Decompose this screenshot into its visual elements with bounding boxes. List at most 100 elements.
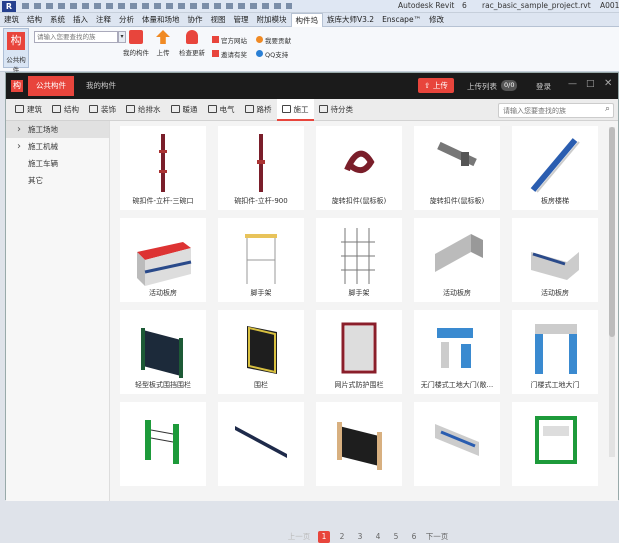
- ribbon-tab[interactable]: 体量和场地: [138, 13, 184, 27]
- revit-app-icon[interactable]: R: [2, 1, 16, 12]
- component-thumbnail: [341, 322, 377, 374]
- category-icon: [170, 105, 180, 113]
- component-card[interactable]: 碗扣件-立杆-三碗口: [120, 126, 206, 210]
- contribute-link[interactable]: 我要贡献: [256, 35, 291, 45]
- search-icon[interactable]: ⌕: [605, 104, 610, 114]
- ribbon-tab[interactable]: 族库大师V3.2: [323, 13, 378, 27]
- category-tab[interactable]: 路桥: [240, 99, 277, 121]
- category-tab[interactable]: 暖通: [166, 99, 203, 121]
- official-site-link[interactable]: 官方网站: [212, 35, 247, 45]
- ribbon-tab[interactable]: 插入: [69, 13, 92, 27]
- component-card[interactable]: 轻型板式围挡围栏: [120, 310, 206, 394]
- sidebar-item[interactable]: › 施工机械: [6, 138, 109, 155]
- ribbon-tab[interactable]: 系统: [46, 13, 69, 27]
- upload-ribbon-button[interactable]: 上传: [152, 30, 174, 57]
- check-update-button[interactable]: 检查更新: [176, 30, 208, 57]
- scrollbar-track[interactable]: [609, 127, 615, 457]
- page-number[interactable]: 5: [390, 531, 402, 543]
- category-tab[interactable]: 装饰: [84, 99, 121, 121]
- component-card[interactable]: 活动板房: [512, 218, 598, 302]
- sidebar-item[interactable]: 施工车辆: [6, 155, 109, 172]
- page-number[interactable]: 3: [354, 531, 366, 543]
- sidebar-item[interactable]: › 施工场地: [6, 121, 109, 138]
- ribbon-tab[interactable]: 修改: [425, 13, 448, 27]
- ribbon-search-input[interactable]: [34, 31, 118, 43]
- component-card[interactable]: 板房楼梯: [512, 126, 598, 210]
- prev-page-button[interactable]: 上一页: [286, 531, 312, 543]
- ribbon-tab[interactable]: 视图: [207, 13, 230, 27]
- page-number[interactable]: 1: [318, 531, 330, 543]
- component-card-title: 碗扣件-立杆-三碗口: [132, 197, 194, 205]
- ribbon-tab[interactable]: 分析: [115, 13, 138, 27]
- window-title: Autodesk Revit: [398, 1, 455, 10]
- category-tab-label: 电气: [219, 105, 235, 114]
- page-number[interactable]: 6: [408, 531, 420, 543]
- category-tab[interactable]: 建筑: [10, 99, 47, 121]
- component-card[interactable]: 脚手架: [316, 218, 402, 302]
- component-card[interactable]: 脚手架: [218, 218, 304, 302]
- ribbon-tab[interactable]: 构件坞: [290, 13, 323, 27]
- my-components-button[interactable]: 我的构件: [121, 30, 151, 57]
- component-card[interactable]: 旋转扣件(鼠标板): [316, 126, 402, 210]
- component-dock-logo-button[interactable]: 构 公共构件: [3, 28, 29, 74]
- component-card-title: 门楼式工地大门: [530, 381, 580, 389]
- component-card[interactable]: 旋转扣件(鼠标板): [414, 126, 500, 210]
- minimize-icon[interactable]: —: [568, 79, 577, 89]
- upload-button[interactable]: ⇧ 上传: [418, 78, 454, 93]
- home-icon: [212, 36, 219, 43]
- next-page-button[interactable]: 下一页: [424, 531, 450, 543]
- expand-arrow-icon[interactable]: ›: [17, 121, 21, 138]
- component-card[interactable]: [120, 402, 206, 486]
- category-tab[interactable]: 待分类: [314, 99, 359, 121]
- official-site-label: 官方网站: [221, 37, 247, 45]
- component-card[interactable]: 活动板房: [414, 218, 500, 302]
- ribbon-tab[interactable]: 结构: [23, 13, 46, 27]
- page-number[interactable]: 4: [372, 531, 384, 543]
- maximize-icon[interactable]: □: [586, 79, 595, 89]
- login-link[interactable]: 登录: [536, 81, 551, 92]
- component-thumbnail: [435, 234, 483, 272]
- ribbon-tab[interactable]: 附加模块: [253, 13, 291, 27]
- category-tab[interactable]: 施工: [276, 99, 314, 121]
- category-tab-label: 结构: [64, 105, 79, 114]
- component-card[interactable]: [316, 402, 402, 486]
- component-thumbnail: [145, 420, 179, 464]
- quick-access-toolbar[interactable]: [22, 3, 292, 9]
- expand-arrow-icon[interactable]: ›: [17, 138, 21, 155]
- category-tab[interactable]: 结构: [47, 99, 84, 121]
- ribbon-tab[interactable]: Enscape™: [378, 13, 425, 27]
- component-card[interactable]: 门楼式工地大门: [512, 310, 598, 394]
- ribbon-tab[interactable]: 协作: [184, 13, 207, 27]
- component-thumbnail: [235, 426, 287, 458]
- component-card-title: 板房楼梯: [541, 197, 569, 205]
- category-tab-label: 建筑: [27, 105, 42, 114]
- component-card[interactable]: 无门楼式工地大门(敞...: [414, 310, 500, 394]
- upload-list-label[interactable]: 上传列表: [467, 81, 497, 92]
- sidebar-item[interactable]: 其它: [6, 172, 109, 189]
- category-icon: [244, 105, 254, 113]
- scrollbar-thumb[interactable]: [609, 127, 615, 337]
- component-card[interactable]: 网片式防护围栏: [316, 310, 402, 394]
- category-search-input[interactable]: [499, 104, 595, 117]
- page-number[interactable]: 2: [336, 531, 348, 543]
- ribbon-tab[interactable]: 管理: [230, 13, 253, 27]
- tab-public-components-label: 公共构件: [36, 81, 66, 90]
- component-card[interactable]: 碗扣件-立杆-900: [218, 126, 304, 210]
- component-card[interactable]: [414, 402, 500, 486]
- category-tab[interactable]: 给排水: [121, 99, 166, 121]
- component-card[interactable]: 活动板房: [120, 218, 206, 302]
- component-card[interactable]: 围栏: [218, 310, 304, 394]
- category-tab[interactable]: 电气: [203, 99, 240, 121]
- tab-public-components[interactable]: 公共构件: [28, 76, 74, 96]
- category-tab-list: 建筑 结构 装饰 给排水 暖通 电气 路桥 施工 待分类: [10, 99, 358, 121]
- tab-my-components[interactable]: 我的构件: [80, 76, 122, 96]
- component-card[interactable]: [512, 402, 598, 486]
- ribbon-tab[interactable]: 建筑: [0, 13, 23, 27]
- component-card[interactable]: [218, 402, 304, 486]
- ribbon-tab[interactable]: 注释: [92, 13, 115, 27]
- qq-support-link[interactable]: QQ支持: [256, 49, 288, 59]
- contribute-icon: [256, 36, 263, 43]
- document-number: 6: [462, 1, 467, 10]
- close-icon[interactable]: ✕: [604, 78, 612, 89]
- invite-link[interactable]: 邀请有奖: [212, 49, 247, 59]
